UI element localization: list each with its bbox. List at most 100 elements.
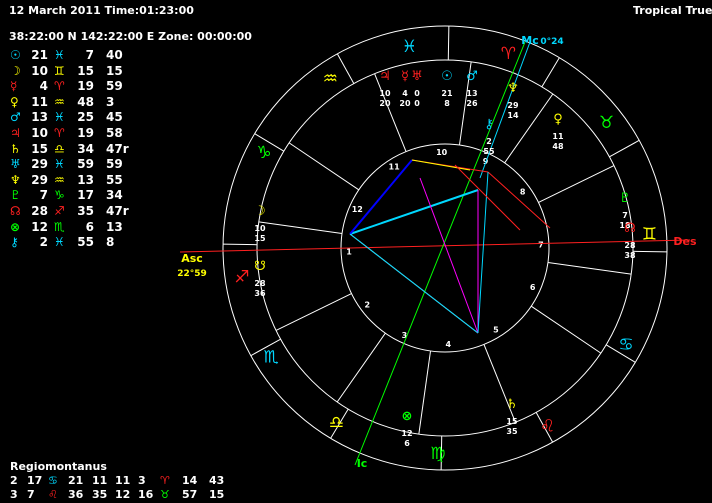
wheel-planet-glyph-icon: ♂ — [466, 69, 478, 84]
zodiac-sign-glyph-icon: ♒ — [323, 69, 338, 89]
house-number: 7 — [538, 241, 544, 250]
wheel-planet-minute: 20 — [379, 99, 391, 108]
wheel-planet-glyph-icon: ⚷ — [484, 117, 494, 132]
house-cusp-cell: 36 — [68, 488, 84, 501]
wheel-planet-degree: 15 — [506, 417, 518, 426]
zodiac-sign-glyph-icon: ♐ — [234, 268, 249, 288]
wheel-planet-minute: 48 — [552, 142, 564, 151]
wheel-planet-glyph-icon: ♃ — [379, 69, 391, 84]
house-cusp-cell: 2 — [10, 474, 18, 487]
wheel-planet-minute: 20 — [399, 99, 411, 108]
wheel-planet-minute: 38 — [624, 251, 636, 260]
aspect-line — [419, 177, 479, 334]
house-cusp-cell: 17 — [27, 474, 43, 487]
wheel-planet-minute: 15 — [254, 234, 266, 243]
house-number: 5 — [493, 325, 499, 334]
wheel-planet-degree: 28 — [624, 241, 636, 250]
house-number: 2 — [365, 300, 371, 309]
house-number: 11 — [389, 163, 401, 172]
asc-degree-label: 22°59 — [177, 269, 207, 279]
zodiac-sign-glyph-icon: ♉ — [599, 113, 614, 133]
house-number: 8 — [520, 188, 526, 197]
wheel-planet-degree: 13 — [466, 89, 477, 98]
aspect-line — [411, 159, 471, 171]
wheel-planet-minute: 8 — [444, 99, 450, 108]
aspect-line — [487, 171, 551, 229]
house-cusp-row: 2 17 ♋ 21 11 11 3 ♈ 14 43 — [10, 474, 250, 488]
zodiac-sign-glyph-icon: ♍ — [430, 444, 445, 464]
house-cusp-cell: 57 — [182, 488, 198, 501]
sign-boundary-tick — [223, 243, 258, 246]
des-label: Des — [673, 235, 697, 248]
house-cusp-line — [538, 165, 615, 203]
house-cusp-line — [288, 142, 360, 191]
house-number: 4 — [446, 340, 452, 349]
house-cusp-cell: ♈ — [160, 474, 170, 487]
wheel-planet-minute: 35 — [506, 427, 518, 436]
sign-boundary-tick — [609, 139, 640, 158]
house-number: 10 — [436, 148, 448, 157]
house-number: 3 — [402, 331, 408, 340]
house-cusp-cell: 35 — [92, 488, 108, 501]
house-cusp-line — [418, 350, 432, 435]
house-cusp-row: 3 7 ♌ 36 35 12 16 ♉ 57 15 — [10, 488, 250, 502]
sign-boundary-tick — [336, 53, 355, 84]
house-cusp-cell: 14 — [182, 474, 198, 487]
inner-zodiac-circle — [256, 59, 634, 437]
wheel-planet-minute: 26 — [466, 99, 478, 108]
house-cusp-cell: 3 — [10, 488, 18, 501]
house-number: 1 — [346, 247, 352, 256]
house-number: 12 — [352, 205, 363, 214]
asc-label: Asc — [181, 252, 203, 265]
wheel-planet-glyph-icon: ⊗ — [402, 409, 413, 424]
astrology-chart-window: { "header": { "date_time": "12 March 201… — [0, 0, 712, 503]
ic-label: Ic — [357, 457, 368, 470]
zodiac-sign-glyph-icon: ♌ — [540, 417, 555, 437]
house-cusp-line — [547, 261, 632, 275]
wheel-planet-glyph-icon: ♅ — [411, 69, 423, 84]
house-cusp-line — [374, 73, 407, 152]
wheel-planet-degree: 7 — [622, 211, 628, 220]
wheel-planet-glyph-icon: ☉ — [441, 69, 453, 84]
house-cusp-cell: 3 — [138, 474, 146, 487]
mc-degree-label: 0°24 — [540, 37, 563, 47]
wheel-planet-degree: 28 — [254, 279, 266, 288]
wheel-planet-degree: 4 — [402, 89, 408, 98]
zodiac-sign-glyph-icon: ♊ — [642, 225, 657, 245]
mc-label: Mc — [521, 34, 538, 47]
wheel-planet-glyph-icon: ♆ — [507, 81, 519, 96]
house-cusp-line — [336, 332, 386, 403]
house-system-panel: Regiomontanus 2 17 ♋ 21 11 11 3 ♈ 14 43 3 7 ♌ 36 35 12 1… — [10, 460, 250, 502]
sign-boundary-tick — [447, 26, 450, 61]
wheel-planet-degree: 21 — [441, 89, 453, 98]
house-cusp-cell: ♋ — [48, 474, 58, 487]
wheel-planet-minute: 0 — [414, 99, 420, 108]
house-cusp-line — [258, 221, 343, 235]
house-system-label: Regiomontanus — [10, 460, 107, 473]
wheel-planet-glyph-icon: ☋ — [254, 259, 266, 274]
house-cusp-cell: 12 — [115, 488, 131, 501]
zodiac-sign-glyph-icon: ♋ — [618, 335, 633, 355]
chart-wheel: ♓♈♉♊♋♌♍♎♏♐♑♒123456789101112Asc22°59DesMc… — [177, 25, 697, 471]
wheel-planet-glyph-icon: ♇ — [619, 191, 631, 206]
wheel-planet-minute: 14 — [507, 111, 519, 120]
house-cusp-cell: 11 — [92, 474, 108, 487]
sign-boundary-tick — [541, 57, 560, 88]
zodiac-sign-glyph-icon: ♎ — [329, 413, 344, 433]
wheel-planet-glyph-icon: ☊ — [624, 221, 636, 236]
wheel-planet-minute: 55 — [483, 147, 495, 156]
wheel-planet-glyph-icon: ♄ — [506, 397, 518, 412]
house-cusp-line — [275, 293, 352, 331]
house-cusp-line — [530, 305, 602, 354]
wheel-planet-degree: 12 — [401, 429, 412, 438]
wheel-planet-degree: 11 — [552, 132, 564, 141]
house-cusp-cell: ♉ — [160, 488, 170, 501]
zodiac-sign-glyph-icon: ♓ — [402, 37, 417, 57]
wheel-planet-minute: 6 — [404, 439, 410, 448]
zodiac-sign-glyph-icon: ♑ — [256, 143, 271, 163]
house-cusp-cell: 16 — [138, 488, 154, 501]
aspect-circle — [340, 143, 550, 353]
wheel-planet-degree: 29 — [507, 101, 519, 110]
zodiac-sign-glyph-icon: ♏ — [264, 348, 279, 368]
sign-boundary-tick — [632, 250, 667, 253]
